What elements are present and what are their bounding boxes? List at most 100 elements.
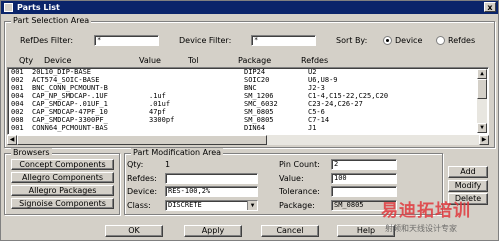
vertical-scrollbar[interactable]: ▲ ▼ xyxy=(477,69,487,133)
app-icon xyxy=(4,3,13,12)
concept-components-button[interactable]: Concept Components xyxy=(11,159,114,170)
row-value-cell: .1uf xyxy=(149,92,166,100)
ok-button[interactable]: OK xyxy=(105,225,163,237)
watermark-text: 易迪拓培训 xyxy=(381,201,471,221)
row-value-cell: 3300pf xyxy=(149,116,175,124)
device-filter-input[interactable]: * xyxy=(251,35,316,46)
row-device-cell: CAP_SMDCAP-47PF_10 xyxy=(32,108,108,116)
row-refdes-cell: U6,U8-9 xyxy=(308,76,338,84)
row-qty-cell: 002 xyxy=(11,108,24,116)
class-dropdown-value: DISCRETE xyxy=(168,201,202,209)
watermark-subtext: 射频和天线设计专家 xyxy=(385,224,457,233)
row-qty-cell: 002 xyxy=(11,76,24,84)
table-row[interactable]: 001 BNC_CONN_PCMOUNT-B BNC J2-3 xyxy=(8,84,488,92)
vertical-scroll-thumb[interactable] xyxy=(477,79,487,99)
row-qty-cell: 004 xyxy=(11,100,24,108)
device-filter-label: Device Filter: xyxy=(179,36,232,45)
row-package-cell: SMC_6032 xyxy=(244,100,278,108)
row-device-cell: BNC_CONN_PCMOUNT-B xyxy=(32,84,108,92)
sort-refdes-label[interactable]: Refdes xyxy=(448,35,475,46)
window-title: Parts List xyxy=(17,3,60,12)
row-package-cell: SOIC20 xyxy=(244,76,270,84)
row-qty-cell: 008 xyxy=(11,116,24,124)
sort-refdes-radio[interactable] xyxy=(436,36,445,45)
row-package-cell: SM_0805 xyxy=(244,116,274,124)
table-row[interactable]: 008 CAP_SMDCAP-3300PF_ 3300pf SM_0805 C7-14 xyxy=(8,116,488,124)
scroll-right-icon[interactable]: ▶ xyxy=(479,135,489,145)
row-package-cell: DIN64 xyxy=(244,124,266,132)
class-dropdown[interactable]: DISCRETE ▼ xyxy=(165,200,258,211)
row-device-cell: CAP_NP_SMDCAP-.1UF xyxy=(32,92,108,100)
row-qty-cell: 001 xyxy=(11,124,24,132)
title-bar[interactable]: Parts List x xyxy=(1,1,498,14)
allegro-components-button[interactable]: Allegro Components xyxy=(11,172,114,183)
row-qty-cell: 001 xyxy=(11,84,24,92)
pin-count-label: Pin Count: xyxy=(279,160,320,169)
row-refdes-cell: C23-24,C26-27 xyxy=(308,100,363,108)
row-package-cell: SM_1206 xyxy=(244,92,274,100)
sort-device-label[interactable]: Device xyxy=(395,35,422,46)
row-refdes-cell: J2-3 xyxy=(308,84,325,92)
row-refdes-cell: C5-6 xyxy=(308,108,325,116)
row-refdes-cell: J1 xyxy=(308,124,317,132)
value-label: Value: xyxy=(279,174,304,183)
row-refdes-cell: C7-14 xyxy=(308,116,330,124)
row-refdes-cell: C1-4,C15-22,C25,C20 xyxy=(308,92,389,100)
pin-count-field[interactable]: 2 xyxy=(331,159,397,170)
signoise-components-button[interactable]: Signoise Components xyxy=(11,198,114,209)
horizontal-scroll-thumb[interactable] xyxy=(17,135,267,145)
refdes-filter-input[interactable]: * xyxy=(94,35,159,46)
col-package-header: Package xyxy=(238,56,272,65)
sort-by-label: Sort By: xyxy=(336,36,368,45)
sort-device-radio[interactable] xyxy=(383,36,392,45)
allegro-packages-button[interactable]: Allegro Packages xyxy=(11,185,114,196)
row-device-cell: ACT574_SOIC-BASE xyxy=(32,76,100,84)
package-label: Package: xyxy=(279,201,315,210)
row-device-cell: CONN64_PCMOUNT-BAS xyxy=(32,124,108,132)
scroll-left-icon[interactable]: ◀ xyxy=(7,135,17,145)
row-package-cell: DIP24 xyxy=(244,68,266,76)
add-button[interactable]: Add xyxy=(448,166,488,178)
row-device-cell: 20L10_DIP-BASE xyxy=(32,68,92,76)
row-package-cell: SM_0805 xyxy=(244,108,274,116)
table-row[interactable]: 002 ACT574_SOIC-BASE SOIC20 U6,U8-9 xyxy=(8,76,488,84)
table-row[interactable]: 001 CONN64_PCMOUNT-BAS DIN64 J1 xyxy=(8,124,488,132)
col-qty-header: Qty xyxy=(19,56,34,65)
refdes-field[interactable] xyxy=(165,173,258,184)
parts-rows: 001 20L10_DIP-BASE DIP24 U2 002 ACT574_SOIC-B… xyxy=(8,68,488,132)
close-icon[interactable]: x xyxy=(484,2,496,12)
parts-listbox[interactable]: 001 20L10_DIP-BASE DIP24 U2 002 ACT574_SOIC-B… xyxy=(7,67,489,135)
row-value-cell: .01uf xyxy=(149,100,171,108)
col-tol-header: Tol xyxy=(188,56,199,65)
refdes-label: Refdes: xyxy=(127,174,157,183)
modify-button[interactable]: Modify xyxy=(448,180,488,192)
chevron-down-icon[interactable]: ▼ xyxy=(247,201,257,210)
col-device-header: Device xyxy=(44,56,72,65)
part-modification-legend: Part Modification Area xyxy=(131,148,224,158)
class-label: Class: xyxy=(127,201,151,210)
table-row[interactable]: 004 CAP_SMDCAP-.01UF_1 .01uf SMC_6032 C23-24… xyxy=(8,100,488,108)
cancel-button[interactable]: Cancel xyxy=(261,225,319,237)
parts-list-window: Parts List x Part Selection Area RefDes … xyxy=(0,0,499,241)
device-field[interactable]: RES-100,2% xyxy=(165,186,258,197)
refdes-filter-label: RefDes Filter: xyxy=(20,36,74,45)
device-label: Device: xyxy=(127,187,158,196)
scroll-down-icon[interactable]: ▼ xyxy=(477,123,487,133)
scroll-up-icon[interactable]: ▲ xyxy=(477,69,487,79)
row-qty-cell: 004 xyxy=(11,92,24,100)
apply-button[interactable]: Apply xyxy=(184,225,242,237)
value-field[interactable]: 100 xyxy=(331,173,397,184)
row-device-cell: CAP_SMDCAP-.01UF_1 xyxy=(32,100,108,108)
tolerance-label: Tolerance: xyxy=(279,187,320,196)
row-device-cell: CAP_SMDCAP-3300PF_ xyxy=(32,116,108,124)
row-refdes-cell: U2 xyxy=(308,68,317,76)
table-row[interactable]: 001 20L10_DIP-BASE DIP24 U2 xyxy=(8,68,488,76)
row-qty-cell: 001 xyxy=(11,68,24,76)
table-row[interactable]: 004 CAP_NP_SMDCAP-.1UF .1uf SM_1206 C1-4,C15… xyxy=(8,92,488,100)
row-package-cell: BNC xyxy=(244,84,257,92)
qty-value: 1 xyxy=(165,160,171,169)
table-row[interactable]: 002 CAP_SMDCAP-47PF_10 47pf SM_0805 C5-6 xyxy=(8,108,488,116)
col-value-header: Value xyxy=(139,56,161,65)
horizontal-scrollbar[interactable]: ◀ ▶ xyxy=(7,135,489,145)
browsers-legend: Browsers xyxy=(11,148,52,158)
